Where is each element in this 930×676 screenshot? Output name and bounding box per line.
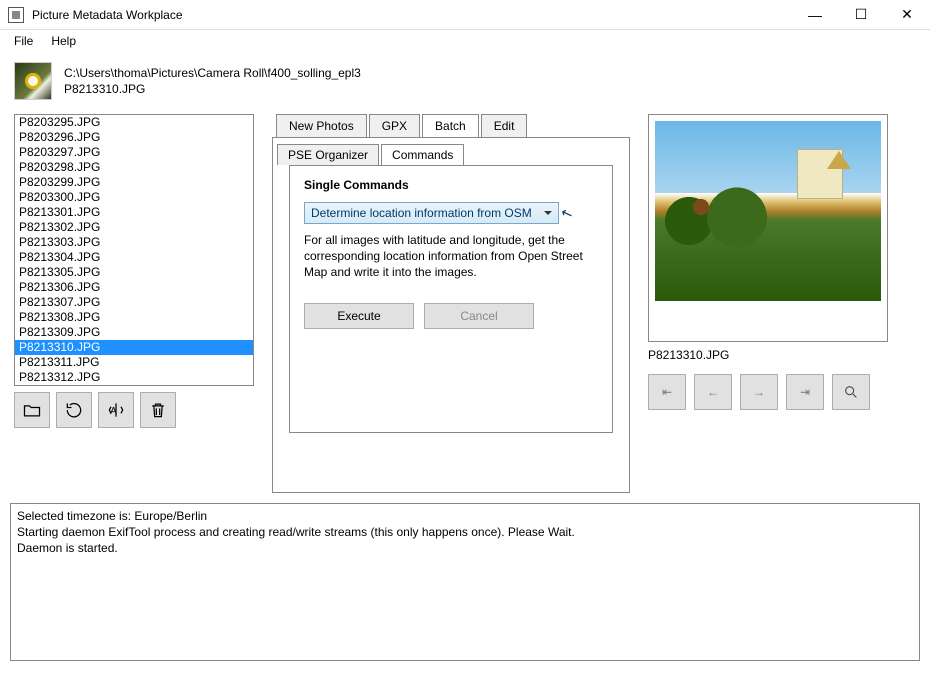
list-item[interactable]: P8213306.JPG — [15, 280, 253, 295]
execute-button-label: Execute — [337, 309, 380, 323]
execute-button[interactable]: Execute — [304, 303, 414, 329]
list-item[interactable]: P8203295.JPG — [15, 115, 253, 130]
tab-edit[interactable]: Edit — [481, 114, 528, 137]
magnifier-icon — [843, 384, 859, 400]
log-line: Selected timezone is: Europe/Berlin — [17, 508, 913, 524]
trash-icon — [148, 400, 168, 420]
sub-tab-content: Single Commands Determine location infor… — [279, 165, 623, 479]
list-item[interactable]: P8203299.JPG — [15, 175, 253, 190]
list-item[interactable]: P8203300.JPG — [15, 190, 253, 205]
list-item[interactable]: P8213312.JPG — [15, 370, 253, 385]
list-item[interactable]: P8213307.JPG — [15, 295, 253, 310]
nav-prev-button[interactable]: ← — [694, 374, 732, 410]
first-icon: ⇤ — [662, 385, 672, 399]
nav-last-button[interactable]: ⇥ — [786, 374, 824, 410]
preview-image — [655, 121, 881, 301]
tab-new-photos[interactable]: New Photos — [276, 114, 367, 137]
command-dropdown[interactable]: Determine location information from OSM … — [304, 202, 559, 224]
list-item[interactable]: P8213303.JPG — [15, 235, 253, 250]
folder-thumb-icon — [14, 62, 52, 100]
log-line: Daemon is started. — [17, 540, 913, 556]
menu-help[interactable]: Help — [43, 32, 84, 50]
app-icon — [8, 7, 24, 23]
next-icon: → — [753, 385, 765, 399]
log-output[interactable]: Selected timezone is: Europe/Berlin Star… — [10, 503, 920, 661]
delete-button[interactable] — [140, 392, 176, 428]
rename-icon: A — [106, 400, 126, 420]
tab-panel: PSE OrganizerCommands Single Commands De… — [272, 137, 630, 493]
open-folder-button[interactable] — [14, 392, 50, 428]
title-bar: Picture Metadata Workplace — ☐ ✕ — [0, 0, 930, 30]
rename-button[interactable]: A — [98, 392, 134, 428]
list-item[interactable]: P8203298.JPG — [15, 160, 253, 175]
cancel-button-label: Cancel — [460, 309, 497, 323]
folder-icon — [22, 400, 42, 420]
log-line: Starting daemon ExifTool process and cre… — [17, 524, 913, 540]
nav-first-button[interactable]: ⇤ — [648, 374, 686, 410]
svg-text:A: A — [110, 406, 117, 417]
tab-batch[interactable]: Batch — [422, 114, 479, 137]
list-item[interactable]: P8213302.JPG — [15, 220, 253, 235]
list-item[interactable]: P8213301.JPG — [15, 205, 253, 220]
maximize-button[interactable]: ☐ — [838, 0, 884, 30]
minimize-button[interactable]: — — [792, 0, 838, 30]
list-item[interactable]: P8213308.JPG — [15, 310, 253, 325]
main-tabs: New PhotosGPXBatchEdit — [276, 113, 630, 136]
menu-file[interactable]: File — [6, 32, 41, 50]
zoom-button[interactable] — [832, 374, 870, 410]
current-file-name: P8213310.JPG — [64, 81, 361, 97]
current-folder-path: C:\Users\thoma\Pictures\Camera Roll\f400… — [64, 65, 361, 81]
list-item[interactable]: P8213309.JPG — [15, 325, 253, 340]
tab-gpx[interactable]: GPX — [369, 114, 420, 137]
window-title: Picture Metadata Workplace — [32, 8, 792, 22]
menu-bar: File Help — [0, 30, 930, 52]
cancel-button: Cancel — [424, 303, 534, 329]
list-item[interactable]: P8203297.JPG — [15, 145, 253, 160]
last-icon: ⇥ — [800, 385, 810, 399]
subtab-commands[interactable]: Commands — [381, 144, 464, 165]
reload-icon — [64, 400, 84, 420]
single-commands-title: Single Commands — [304, 178, 598, 192]
prev-icon: ← — [707, 385, 719, 399]
list-item[interactable]: P8203296.JPG — [15, 130, 253, 145]
list-item[interactable]: P8213304.JPG — [15, 250, 253, 265]
nav-next-button[interactable]: → — [740, 374, 778, 410]
command-dropdown-value: Determine location information from OSM — [311, 206, 532, 220]
list-item[interactable]: P8213305.JPG — [15, 265, 253, 280]
file-list[interactable]: P8203295.JPGP8203296.JPGP8203297.JPGP820… — [14, 114, 254, 386]
preview-box — [648, 114, 888, 342]
close-button[interactable]: ✕ — [884, 0, 930, 30]
cursor-icon: ↖ — [558, 204, 575, 224]
subtab-pse-organizer[interactable]: PSE Organizer — [277, 144, 379, 165]
path-header: C:\Users\thoma\Pictures\Camera Roll\f400… — [0, 52, 930, 106]
command-description: For all images with latitude and longitu… — [304, 232, 598, 281]
reload-button[interactable] — [56, 392, 92, 428]
sub-tabs: PSE OrganizerCommands — [277, 143, 629, 164]
list-item[interactable]: P8213310.JPG — [15, 340, 253, 355]
preview-caption: P8213310.JPG — [648, 348, 916, 362]
list-item[interactable]: P8213311.JPG — [15, 355, 253, 370]
